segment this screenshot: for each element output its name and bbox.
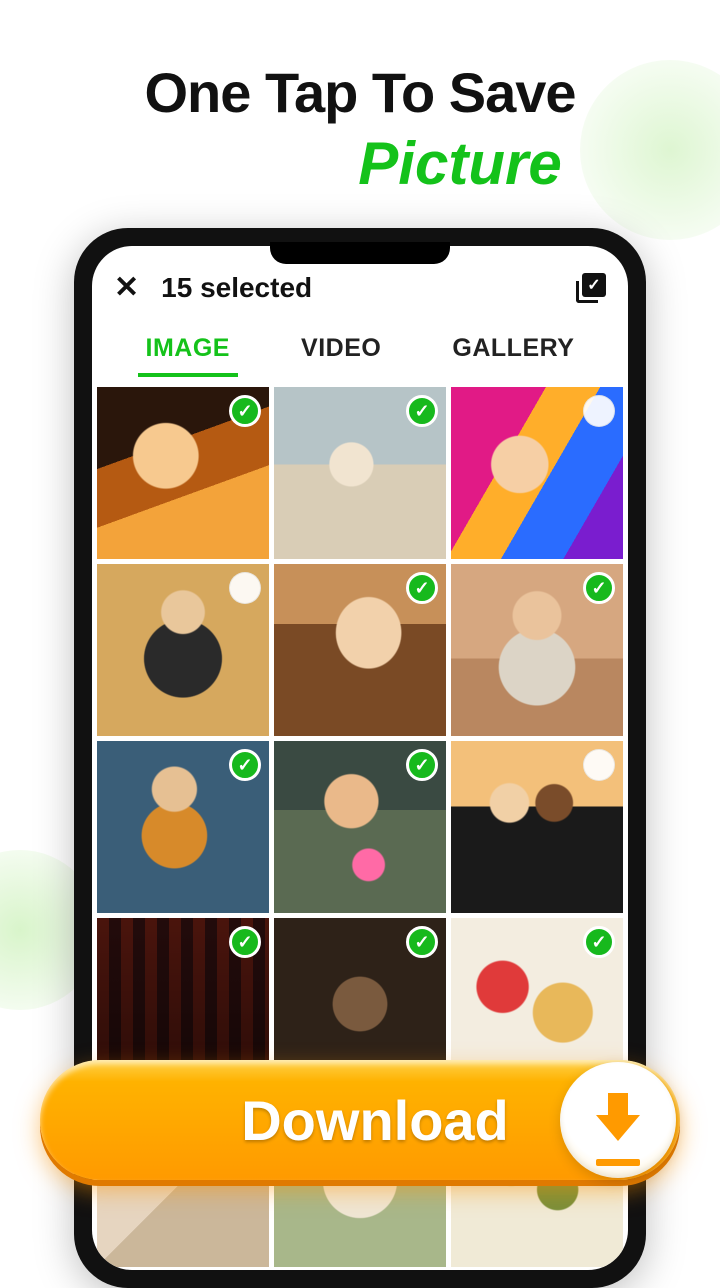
grid-cell[interactable]: ✓	[97, 387, 269, 559]
grid-cell[interactable]	[451, 387, 623, 559]
close-icon[interactable]: ✕	[114, 273, 139, 303]
checkmark-icon[interactable]: ✓	[229, 395, 261, 427]
unselected-circle-icon[interactable]	[583, 749, 615, 781]
selected-count-label: 15 selected	[161, 272, 554, 304]
tab-image[interactable]: IMAGE	[138, 328, 238, 377]
checkmark-icon[interactable]: ✓	[583, 572, 615, 604]
grid-cell[interactable]: ✓	[451, 564, 623, 736]
grid-cell[interactable]: ✓	[97, 741, 269, 913]
checkmark-icon[interactable]: ✓	[406, 572, 438, 604]
download-button[interactable]: Download	[40, 1060, 680, 1180]
unselected-circle-icon[interactable]	[583, 395, 615, 427]
checkmark-icon[interactable]: ✓	[229, 749, 261, 781]
headline-line2: Picture	[40, 129, 680, 198]
checkmark-icon[interactable]: ✓	[229, 926, 261, 958]
phone-notch	[270, 242, 450, 264]
headline-line1: One Tap To Save	[40, 60, 680, 125]
download-label: Download	[211, 1088, 509, 1153]
checkmark-icon[interactable]: ✓	[406, 926, 438, 958]
tab-video[interactable]: VIDEO	[293, 328, 389, 377]
grid-cell[interactable]: ✓	[274, 564, 446, 736]
checkmark-icon[interactable]: ✓	[583, 926, 615, 958]
grid-cell[interactable]	[451, 741, 623, 913]
unselected-circle-icon[interactable]	[229, 572, 261, 604]
download-icon	[560, 1062, 676, 1178]
select-all-icon[interactable]: ✓	[576, 273, 606, 303]
checkmark-icon[interactable]: ✓	[406, 395, 438, 427]
promo-headline: One Tap To Save Picture	[0, 60, 720, 198]
grid-cell[interactable]: ✓	[274, 741, 446, 913]
tab-gallery[interactable]: GALLERY	[444, 328, 582, 377]
media-tabs: IMAGE VIDEO GALLERY	[92, 318, 628, 377]
grid-cell[interactable]	[97, 564, 269, 736]
grid-cell[interactable]: ✓	[274, 387, 446, 559]
checkmark-icon[interactable]: ✓	[406, 749, 438, 781]
